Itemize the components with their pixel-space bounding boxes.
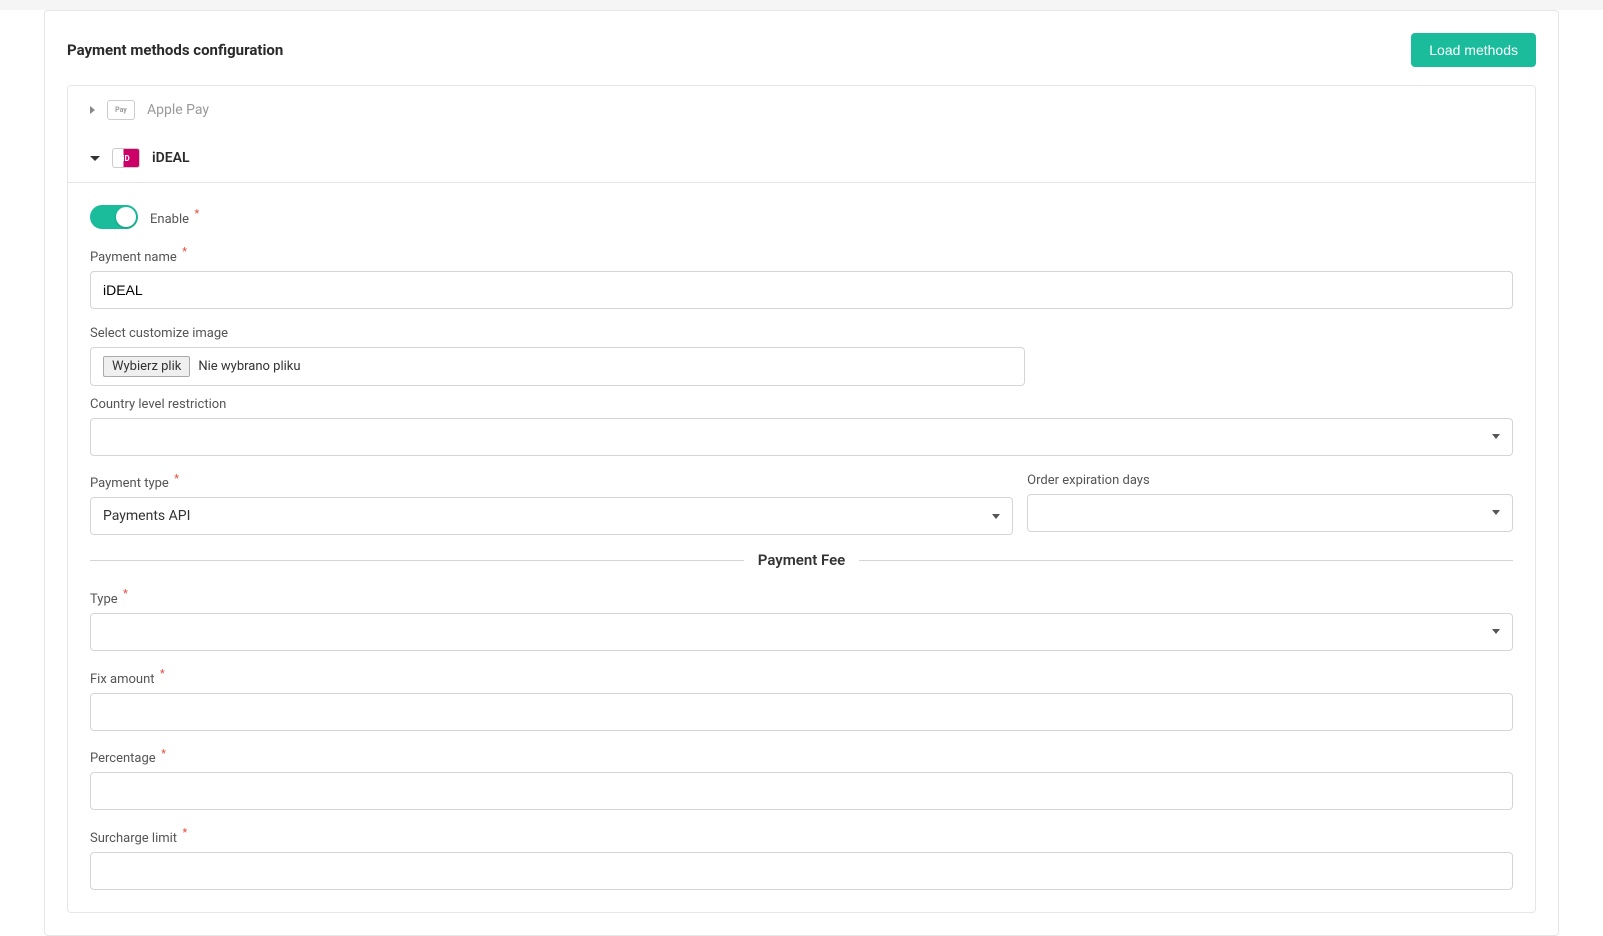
- surcharge-limit-label: Surcharge limit: [90, 831, 177, 846]
- caret-down-icon: [90, 156, 100, 161]
- ideal-logo-icon: iD: [112, 148, 140, 168]
- payment-name-label: Payment name: [90, 250, 177, 265]
- applepay-logo-icon: Pay: [107, 100, 135, 120]
- fee-type-label: Type: [90, 592, 118, 607]
- methods-list: Pay Apple Pay iD iDEAL Enable * Payment …: [67, 85, 1536, 913]
- enable-toggle[interactable]: [90, 205, 138, 229]
- payment-fee-divider: Payment Fee: [90, 551, 1513, 569]
- fix-amount-label: Fix amount: [90, 672, 155, 687]
- method-row-ideal[interactable]: iD iDEAL: [68, 134, 1535, 182]
- required-icon: *: [123, 587, 128, 600]
- required-icon: *: [160, 667, 165, 680]
- enable-row: Enable *: [90, 205, 1513, 229]
- required-icon: *: [174, 472, 179, 485]
- required-icon: *: [182, 245, 187, 258]
- choose-file-button[interactable]: Wybierz plik: [103, 356, 190, 377]
- fix-amount-input[interactable]: [90, 693, 1513, 731]
- method-body-ideal: Enable * Payment name * Select customize…: [68, 182, 1535, 912]
- chevron-down-icon: [1492, 629, 1500, 634]
- required-icon: *: [183, 826, 188, 839]
- payment-fee-legend: Payment Fee: [744, 551, 859, 569]
- chevron-down-icon: [1492, 434, 1500, 439]
- customize-image-file-input[interactable]: Wybierz plik Nie wybrano pliku: [90, 347, 1025, 386]
- chevron-down-icon: [1492, 510, 1500, 515]
- payment-type-select[interactable]: Payments API: [90, 497, 1013, 535]
- percentage-input[interactable]: [90, 772, 1513, 810]
- chevron-down-icon: [992, 514, 1000, 519]
- payment-type-value: Payments API: [103, 508, 190, 524]
- caret-right-icon: [90, 106, 95, 114]
- method-label: Apple Pay: [147, 102, 209, 118]
- surcharge-limit-input[interactable]: [90, 852, 1513, 890]
- method-label: iDEAL: [152, 150, 190, 166]
- customize-image-label: Select customize image: [90, 326, 228, 341]
- load-methods-button[interactable]: Load methods: [1411, 33, 1536, 67]
- file-status-text: Nie wybrano pliku: [198, 359, 300, 374]
- order-expiration-label: Order expiration days: [1027, 473, 1150, 488]
- required-icon: *: [161, 747, 166, 760]
- country-restriction-label: Country level restriction: [90, 397, 226, 412]
- payment-type-label: Payment type: [90, 476, 169, 491]
- payment-methods-panel: Payment methods configuration Load metho…: [44, 10, 1559, 936]
- method-row-applepay[interactable]: Pay Apple Pay: [68, 86, 1535, 134]
- required-icon: *: [194, 207, 199, 220]
- enable-label: Enable: [150, 212, 189, 227]
- payment-name-input[interactable]: [90, 271, 1513, 309]
- order-expiration-select[interactable]: [1027, 494, 1513, 532]
- percentage-label: Percentage: [90, 751, 156, 766]
- panel-title: Payment methods configuration: [67, 41, 283, 59]
- panel-header: Payment methods configuration Load metho…: [67, 33, 1536, 67]
- country-restriction-select[interactable]: [90, 418, 1513, 456]
- fee-type-select[interactable]: [90, 613, 1513, 651]
